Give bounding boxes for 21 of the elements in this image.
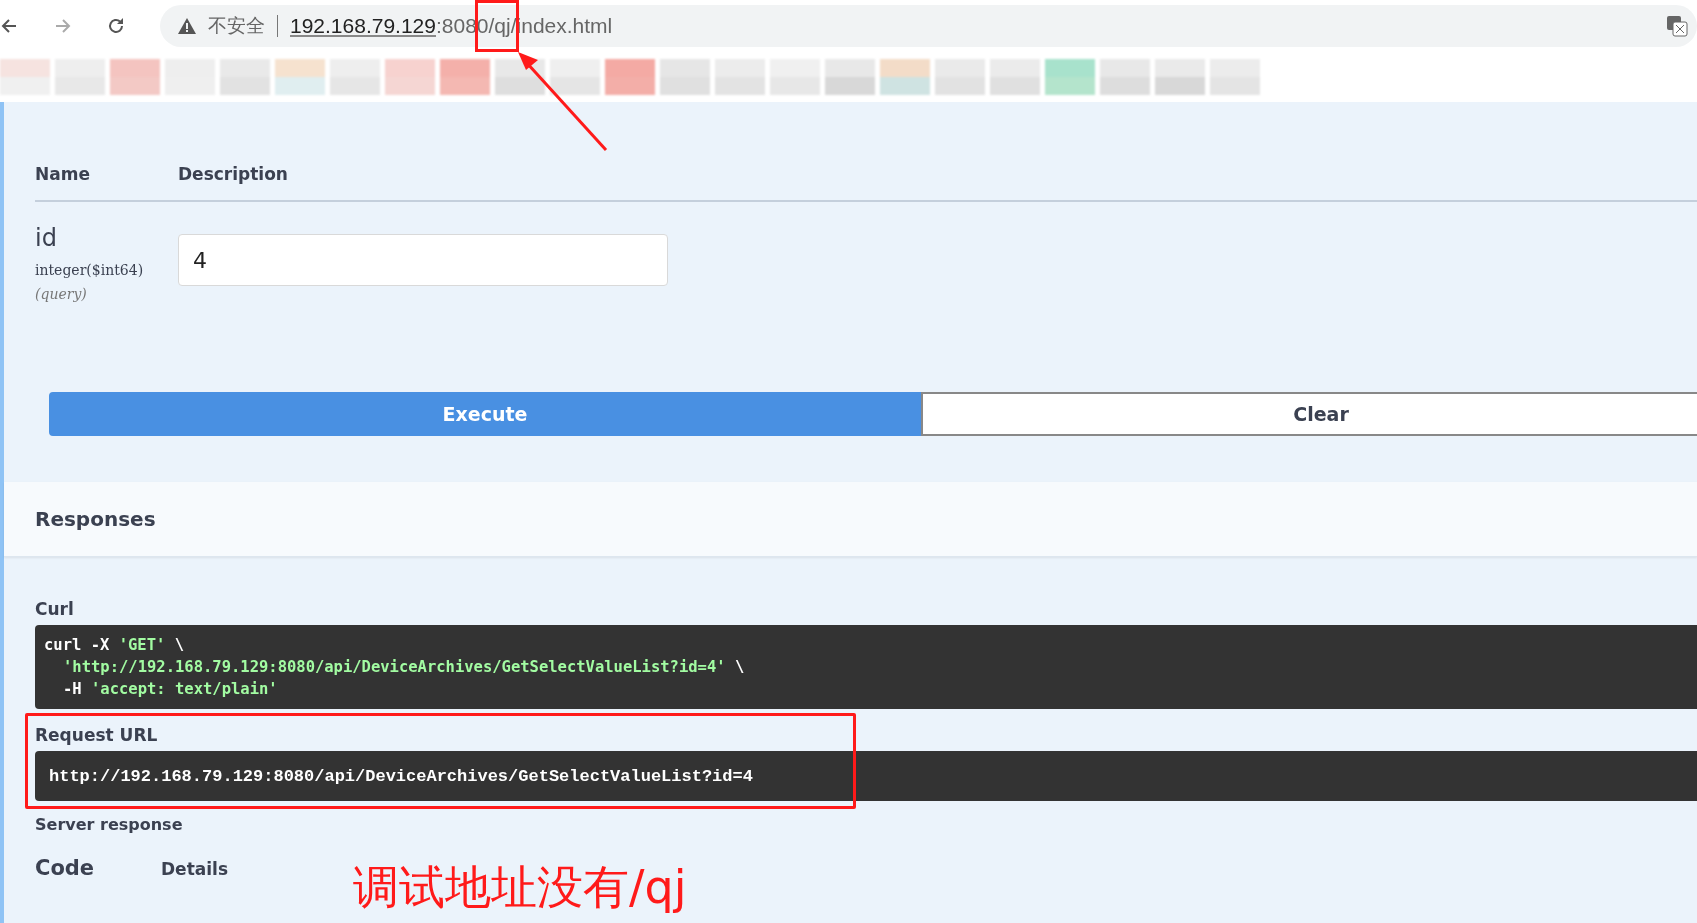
- warning-icon: [178, 18, 196, 34]
- curl-code-block: curl -X 'GET' \ 'http://192.168.79.129:8080/api/DeviceArchives/GetSelectValueList?id=4' \ -H 'accept: text/plain': [35, 625, 1697, 709]
- column-header: Details: [161, 859, 228, 879]
- security-label: 不安全: [208, 13, 265, 38]
- annotation-caption: 调试地址没有/qj: [353, 859, 687, 916]
- parameter-input[interactable]: 4: [178, 234, 668, 286]
- section-title: Responses: [35, 507, 156, 531]
- back-icon[interactable]: [0, 17, 18, 35]
- column-header: Code: [35, 856, 96, 880]
- reload-icon[interactable]: [106, 16, 126, 36]
- parameter-location: (query): [35, 286, 88, 302]
- curl-label: Curl: [35, 599, 74, 619]
- parameter-type: integer($int64): [35, 262, 145, 278]
- column-header: Description: [178, 164, 288, 184]
- column-header: Name: [35, 164, 91, 184]
- request-url-label: Request URL: [35, 725, 159, 745]
- translate-icon[interactable]: [1666, 15, 1688, 37]
- parameter-name: id: [35, 224, 58, 252]
- server-response-label: Server response: [35, 815, 183, 834]
- request-url-block: http://192.168.79.129:8080/api/DeviceArchives/GetSelectValueList?id=4: [35, 751, 1697, 801]
- action-button[interactable]: Clear: [921, 392, 1697, 436]
